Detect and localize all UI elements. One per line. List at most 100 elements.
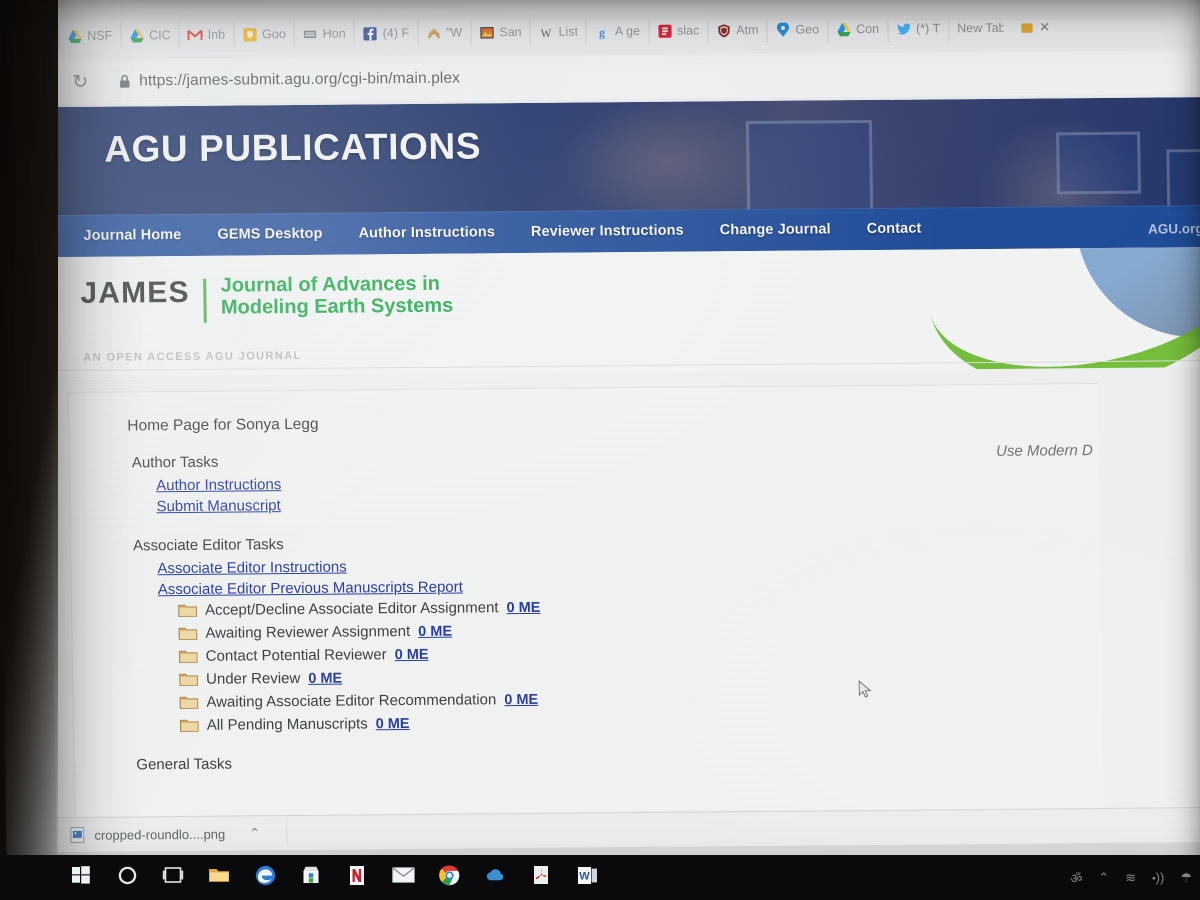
task-row[interactable]: Contact Potential Reviewer 0 ME — [178, 640, 1092, 665]
bookmark-label: Hon — [322, 26, 346, 41]
task-row[interactable]: Under Review 0 ME — [179, 663, 1092, 688]
task-row[interactable]: All Pending Manuscripts 0 ME — [179, 709, 1093, 734]
content-card: Home Page for Sonya Legg Use Modern D Au… — [67, 383, 1105, 829]
cortana-button[interactable] — [104, 855, 150, 900]
manuscript-count-link[interactable]: 0 ME — [308, 670, 342, 686]
task-view-icon — [162, 866, 184, 889]
task-group: Author Tasks Author Instructions Submit Ma… — [132, 446, 1090, 516]
task-label: Awaiting Reviewer Assignment — [205, 623, 411, 642]
google-drive-icon — [129, 28, 144, 43]
acrobat-button[interactable] — [518, 855, 564, 900]
tray-icon-2[interactable]: ⌃ — [1098, 870, 1109, 886]
tray-icon-5[interactable]: ☂ — [1180, 870, 1192, 886]
geo-icon — [775, 22, 790, 37]
journal-acronym: JAMES — [80, 275, 190, 310]
bookmark-label: San — [499, 25, 522, 40]
bookmark-11[interactable]: g A ge — [585, 17, 649, 45]
reload-icon[interactable]: ↻ — [63, 71, 97, 92]
bookmark-label: (4) F — [382, 26, 410, 41]
bookmark-4[interactable]: Inb — [178, 21, 234, 49]
bookmark-5[interactable]: Goo — [232, 21, 294, 48]
circle-icon — [118, 866, 137, 890]
agu-org-link[interactable]: AGU.org — [1148, 221, 1200, 236]
address-bar[interactable]: https://james-submit.agu.org/cgi-bin/mai… — [119, 70, 460, 91]
task-label: Under Review — [205, 669, 301, 688]
bookmark-1[interactable]: 17 Goo — [0, 23, 58, 50]
bookmark-13[interactable]: Atm — [707, 16, 767, 44]
bookmark-16[interactable]: (*) T — [886, 15, 949, 42]
image-file-icon — [70, 826, 85, 843]
tray-icon-1[interactable]: ॐ — [1070, 869, 1082, 887]
bookmark-17[interactable]: New Tab — [947, 14, 1012, 42]
download-file-name[interactable]: cropped-roundlo....png — [94, 826, 225, 842]
chrome-button[interactable] — [426, 855, 472, 900]
bookmark-10[interactable]: W List — [529, 18, 587, 45]
tray-icon-3[interactable]: ≋ — [1125, 870, 1136, 886]
link-submit-manuscript[interactable]: Submit Manuscript — [156, 490, 1089, 515]
manuscript-count-link[interactable]: 0 ME — [504, 691, 538, 707]
mail-button[interactable] — [380, 855, 426, 900]
file-explorer-button[interactable] — [196, 855, 242, 900]
nav-item-journal-home[interactable]: Journal Home — [65, 227, 199, 244]
profile-icon[interactable] — [1019, 20, 1034, 35]
agu-banner: AGU PUBLICATIONS Journal Home GEMS Deskto… — [45, 96, 1200, 258]
monitor-photograph: 17 Goo NSF CIC Inb Goo Hon (4) F "W San W List g A ge… — [0, 0, 1200, 900]
journal-tagline: AN OPEN ACCESS AGU JOURNAL — [83, 349, 302, 364]
task-row[interactable]: Accept/Decline Associate Editor Assignme… — [178, 594, 1091, 619]
bookmark-3[interactable]: CIC — [119, 22, 179, 49]
nav-item-reviewer-instructions[interactable]: Reviewer Instructions — [513, 222, 702, 240]
url-text: https://james-submit.agu.org/cgi-bin/mai… — [139, 69, 461, 90]
bookmark-6[interactable]: Hon — [293, 20, 354, 48]
google-drive-icon — [836, 22, 851, 37]
nav-item-author-instructions[interactable]: Author Instructions — [340, 224, 513, 242]
twitter-icon — [896, 21, 911, 36]
chevron-up-icon[interactable]: ⌃ — [249, 825, 260, 841]
task-label: All Pending Manuscripts — [206, 715, 368, 734]
svg-text:W: W — [579, 870, 590, 882]
nav-item-gems-desktop[interactable]: GEMS Desktop — [199, 226, 340, 243]
onenote-button[interactable] — [334, 855, 380, 900]
task-row[interactable]: Awaiting Reviewer Assignment 0 ME — [178, 617, 1091, 642]
journal-masthead: JAMES Journal of Advances in Modeling Ea… — [47, 246, 1200, 378]
back-arrow-icon[interactable]: ← — [0, 72, 29, 93]
manuscript-count-link[interactable]: 0 ME — [418, 623, 452, 639]
banner-graphic-green — [907, 246, 1200, 378]
bookmark-15[interactable]: Con — [826, 15, 888, 43]
edge-button[interactable] — [242, 855, 288, 900]
princeton-icon — [426, 25, 441, 40]
photo-icon — [479, 25, 494, 40]
bookmark-12[interactable]: slac — [647, 17, 708, 44]
bookmark-8[interactable]: "W — [416, 19, 471, 46]
bookmark-2[interactable]: NSF — [57, 22, 121, 50]
google-drive-icon — [67, 28, 82, 43]
manuscript-count-link[interactable]: 0 ME — [506, 599, 540, 615]
forward-arrow-icon[interactable]: → — [29, 72, 63, 93]
bookmark-label: List — [558, 24, 579, 39]
bookmark-9[interactable]: San — [470, 18, 530, 46]
manuscript-count-link[interactable]: 0 ME — [395, 646, 429, 662]
bookmark-label: (*) T — [915, 21, 941, 36]
close-icon[interactable]: ✕ — [1039, 19, 1050, 35]
task-row[interactable]: Awaiting Associate Editor Recommendation… — [179, 686, 1092, 711]
manuscript-count-link[interactable]: 0 ME — [376, 716, 410, 732]
svg-text:g: g — [599, 25, 605, 39]
start-button[interactable] — [58, 855, 104, 900]
profile-and-close[interactable]: ✕ — [1011, 14, 1058, 40]
folder-icon — [179, 696, 199, 709]
tray-icon-4[interactable]: ⬝)) — [1152, 870, 1164, 886]
word-button[interactable]: W — [564, 855, 610, 900]
task-view-button[interactable] — [150, 855, 196, 900]
nav-item-contact[interactable]: Contact — [849, 220, 940, 237]
windows-logo-icon — [71, 865, 91, 890]
weather-button[interactable] — [472, 855, 518, 900]
journal-full-title: Journal of Advances in Modeling Earth Sy… — [220, 272, 454, 319]
folder-icon — [178, 604, 197, 617]
store-button[interactable] — [288, 855, 334, 900]
google-calendar-icon: 17 — [6, 29, 21, 44]
bookmark-14[interactable]: Geo — [766, 16, 828, 43]
bookmark-label: NSF — [87, 28, 113, 43]
bookmark-7[interactable]: (4) F — [353, 19, 418, 47]
word-icon: W — [577, 866, 598, 890]
nav-item-change-journal[interactable]: Change Journal — [702, 221, 849, 238]
bookmark-label: "W — [445, 25, 463, 40]
